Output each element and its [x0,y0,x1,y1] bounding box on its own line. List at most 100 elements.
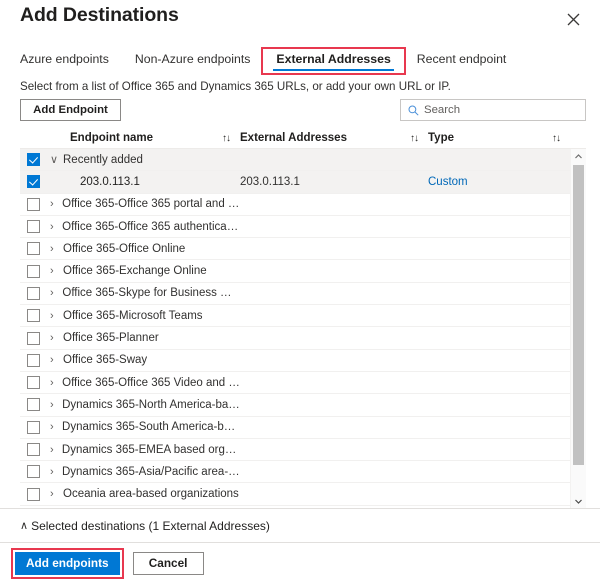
chevron-right-icon[interactable]: › [50,377,58,389]
column-header-external-addresses[interactable]: External Addresses ↑↓ [240,132,428,144]
column-header-endpoint-name[interactable]: Endpoint name ↑↓ [46,132,240,144]
row-checkbox[interactable] [20,421,46,434]
row-checkbox[interactable] [20,242,46,255]
row-label: Oceania area-based organizations [63,488,239,500]
tab-external-addresses[interactable]: External Addresses [263,49,403,73]
column-header-type[interactable]: Type ↑↓ [428,132,570,144]
row-label: Office 365-Office 365 authentication ... [62,221,240,233]
chevron-right-icon[interactable]: › [50,466,58,478]
chevron-right-icon[interactable]: › [50,421,58,433]
tab-azure-endpoints[interactable]: Azure endpoints [20,49,122,73]
chevron-up-icon: ∧ [20,519,28,532]
chevron-right-icon[interactable]: › [50,310,59,322]
dialog-footer: Add endpoints Cancel [0,543,600,584]
tab-recent-endpoint[interactable]: Recent endpoint [404,49,520,73]
chevron-right-icon[interactable]: › [50,221,58,233]
sort-icon[interactable]: ↑↓ [222,133,240,144]
row-label: Dynamics 365-Asia/Pacific area-base... [62,466,240,478]
cell-endpoint-name: ›Office 365-Planner [46,332,240,344]
page-title: Add Destinations [20,4,179,27]
chevron-right-icon[interactable]: › [50,265,59,277]
scrollbar-thumb[interactable] [573,165,584,465]
cancel-button[interactable]: Cancel [133,552,204,575]
table-row[interactable]: › Office 365-Exchange Online [20,260,570,282]
chevron-right-icon[interactable]: › [50,243,59,255]
checkbox-unchecked-icon [27,354,40,367]
add-endpoints-button[interactable]: Add endpoints [15,552,120,575]
row-label: Office 365-Exchange Online [63,265,207,277]
search-glyph [408,105,419,116]
cell-endpoint-name: 203.0.113.1 [46,176,240,188]
checkbox-unchecked-icon [27,287,40,300]
table-row[interactable]: 203.0.113.1203.0.113.1Custom [20,171,570,193]
column-label: Type [428,132,454,144]
cell-endpoint-name: ›Office 365-Office 365 Video and Micr... [46,377,240,389]
table-row[interactable]: ›Office 365-Microsoft Teams [20,305,570,327]
table-row[interactable]: ›Office 365-Office 365 portal and shar..… [20,194,570,216]
row-checkbox[interactable] [20,287,46,300]
cell-type: Custom [428,176,570,188]
checkbox-unchecked-icon [27,398,40,411]
row-label: Dynamics 365-EMEA based organizat... [62,444,240,456]
row-checkbox[interactable] [20,309,46,322]
row-checkbox[interactable] [20,376,46,389]
row-checkbox[interactable] [20,220,46,233]
chevron-right-icon[interactable]: › [50,354,59,366]
table-row[interactable]: › Dynamics 365-EMEA based organizat... [20,439,570,461]
row-label: Dynamics 365-South America-based ... [62,421,240,433]
checkbox-unchecked-icon [27,421,40,434]
chevron-right-icon[interactable]: › [50,198,58,210]
cell-endpoint-name: ›Office 365-Skype for Business Online [46,287,240,299]
row-checkbox[interactable] [20,398,46,411]
row-label: Office 365-Office Online [63,243,185,255]
sort-icon[interactable]: ↑↓ [410,133,428,144]
sort-icon[interactable]: ↑↓ [552,133,570,144]
list-scrollbar[interactable] [570,149,586,508]
table-row[interactable]: ›Office 365-Skype for Business Online [20,283,570,305]
search-icon [408,105,419,116]
row-checkbox[interactable] [20,488,46,501]
row-checkbox[interactable] [20,332,46,345]
row-checkbox[interactable] [20,153,46,166]
table-row[interactable]: › Office 365-Office 365 authentication ..… [20,216,570,238]
chevron-right-icon[interactable]: › [50,332,59,344]
selected-destinations-bar[interactable]: ∧ Selected destinations (1 External Addr… [0,508,600,543]
checkbox-unchecked-icon [27,265,40,278]
row-checkbox[interactable] [20,443,46,456]
tab-label: External Addresses [276,52,390,66]
add-endpoint-button[interactable]: Add Endpoint [20,99,121,121]
table-row[interactable]: ›Office 365-Office 365 Video and Micr... [20,372,570,394]
row-checkbox[interactable] [20,175,46,188]
cell-endpoint-name: › Office 365-Exchange Online [46,265,240,277]
row-checkbox[interactable] [20,465,46,478]
table-row[interactable]: ∨Recently added [20,149,570,171]
chevron-down-icon[interactable]: ∨ [50,153,59,166]
close-icon[interactable] [560,6,586,32]
row-checkbox[interactable] [20,265,46,278]
row-checkbox[interactable] [20,354,46,367]
cell-endpoint-name: ›Dynamics 365-North America-based ... [46,399,240,411]
table-row[interactable]: › Dynamics 365-South America-based ... [20,417,570,439]
search-box[interactable] [400,99,586,121]
checkbox-unchecked-icon [27,443,40,456]
type-link[interactable]: Custom [428,176,468,188]
table-row[interactable]: ›Dynamics 365-North America-based ... [20,394,570,416]
scroll-up-icon[interactable] [571,149,586,163]
chevron-right-icon[interactable]: › [50,444,58,456]
table-row[interactable]: › Office 365-Office Online [20,238,570,260]
checkbox-unchecked-icon [27,488,40,501]
table-row[interactable]: › Dynamics 365-Asia/Pacific area-base... [20,461,570,483]
tab-non-azure-endpoints[interactable]: Non-Azure endpoints [122,49,264,73]
chevron-right-icon[interactable]: › [50,488,59,500]
chevron-right-icon[interactable]: › [50,399,58,411]
table-row[interactable]: ›Office 365-Planner [20,327,570,349]
toolbar: Add Endpoint [20,99,586,121]
chevron-up-glyph [575,154,582,159]
table-row[interactable]: › Oceania area-based organizations [20,483,570,505]
scroll-down-icon[interactable] [571,494,586,508]
chevron-right-icon[interactable]: › [50,287,58,299]
cell-endpoint-name: ∨Recently added [46,153,240,166]
row-checkbox[interactable] [20,198,46,211]
table-row[interactable]: ›Office 365-Sway [20,350,570,372]
search-input[interactable] [424,101,585,119]
